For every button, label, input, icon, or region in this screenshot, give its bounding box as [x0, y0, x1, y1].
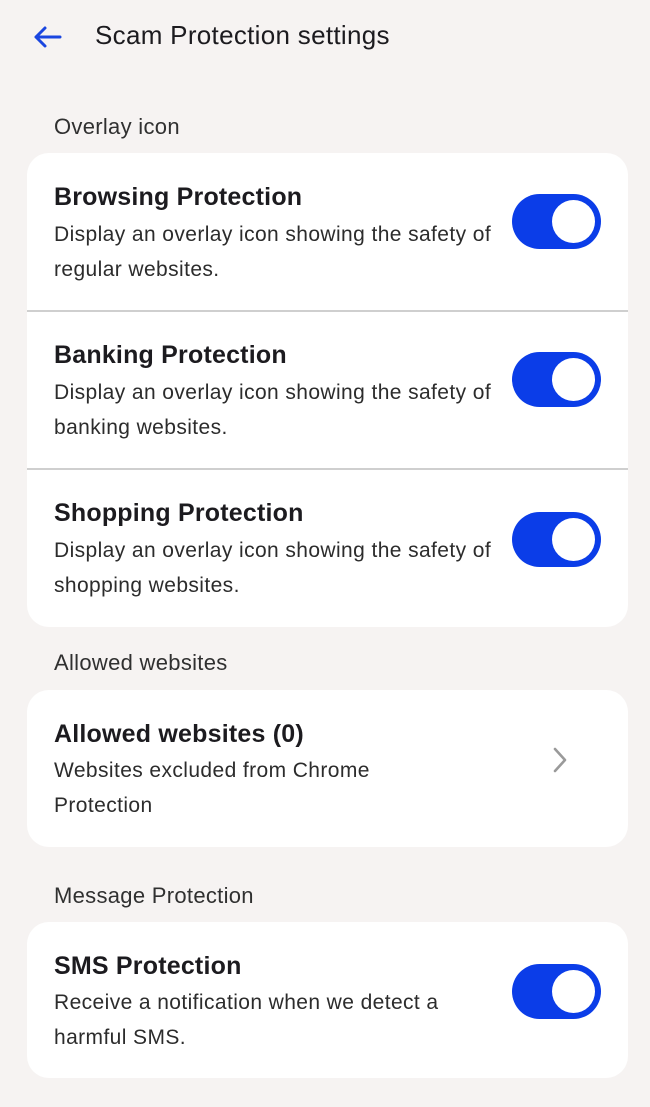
toggle-knob [552, 518, 595, 561]
browsing-protection-title: Browsing Protection [54, 183, 303, 211]
sms-protection-row[interactable]: SMS Protection Receive a notification wh… [27, 922, 628, 1078]
overlay-icon-card: Browsing Protection Display an overlay i… [27, 153, 628, 627]
sms-protection-title: SMS Protection [54, 952, 242, 980]
shopping-protection-description: Display an overlay icon showing the safe… [54, 539, 492, 597]
banking-protection-toggle[interactable] [512, 352, 601, 407]
browsing-protection-row[interactable]: Browsing Protection Display an overlay i… [27, 153, 628, 310]
toggle-knob [552, 200, 595, 243]
arrow-left-icon [34, 26, 62, 48]
page-title: Scam Protection settings [95, 20, 390, 50]
toggle-knob [552, 358, 595, 401]
section-label-message-protection: Message Protection [54, 883, 254, 908]
section-label-overlay-icon: Overlay icon [54, 114, 180, 139]
allowed-websites-description: Websites excluded from Chrome Protection [54, 759, 370, 817]
back-button[interactable] [22, 14, 72, 60]
shopping-protection-toggle[interactable] [512, 512, 601, 567]
allowed-websites-card: Allowed websites (0) Websites excluded f… [27, 690, 628, 847]
app-bar: Scam Protection settings [0, 0, 650, 74]
allowed-websites-title: Allowed websites (0) [54, 720, 304, 748]
allowed-websites-row[interactable]: Allowed websites (0) Websites excluded f… [27, 690, 628, 847]
shopping-protection-row[interactable]: Shopping Protection Display an overlay i… [27, 469, 628, 627]
section-label-allowed-websites: Allowed websites [54, 650, 228, 675]
shopping-protection-title: Shopping Protection [54, 499, 304, 527]
browsing-protection-toggle[interactable] [512, 194, 601, 249]
sms-protection-description: Receive a notification when we detect a … [54, 991, 439, 1049]
banking-protection-description: Display an overlay icon showing the safe… [54, 381, 492, 439]
toggle-knob [552, 970, 595, 1013]
chevron-right-icon[interactable] [547, 743, 573, 777]
message-protection-card: SMS Protection Receive a notification wh… [27, 922, 628, 1078]
sms-protection-toggle[interactable] [512, 964, 601, 1019]
banking-protection-title: Banking Protection [54, 341, 287, 369]
browsing-protection-description: Display an overlay icon showing the safe… [54, 223, 492, 281]
banking-protection-row[interactable]: Banking Protection Display an overlay ic… [27, 311, 628, 468]
